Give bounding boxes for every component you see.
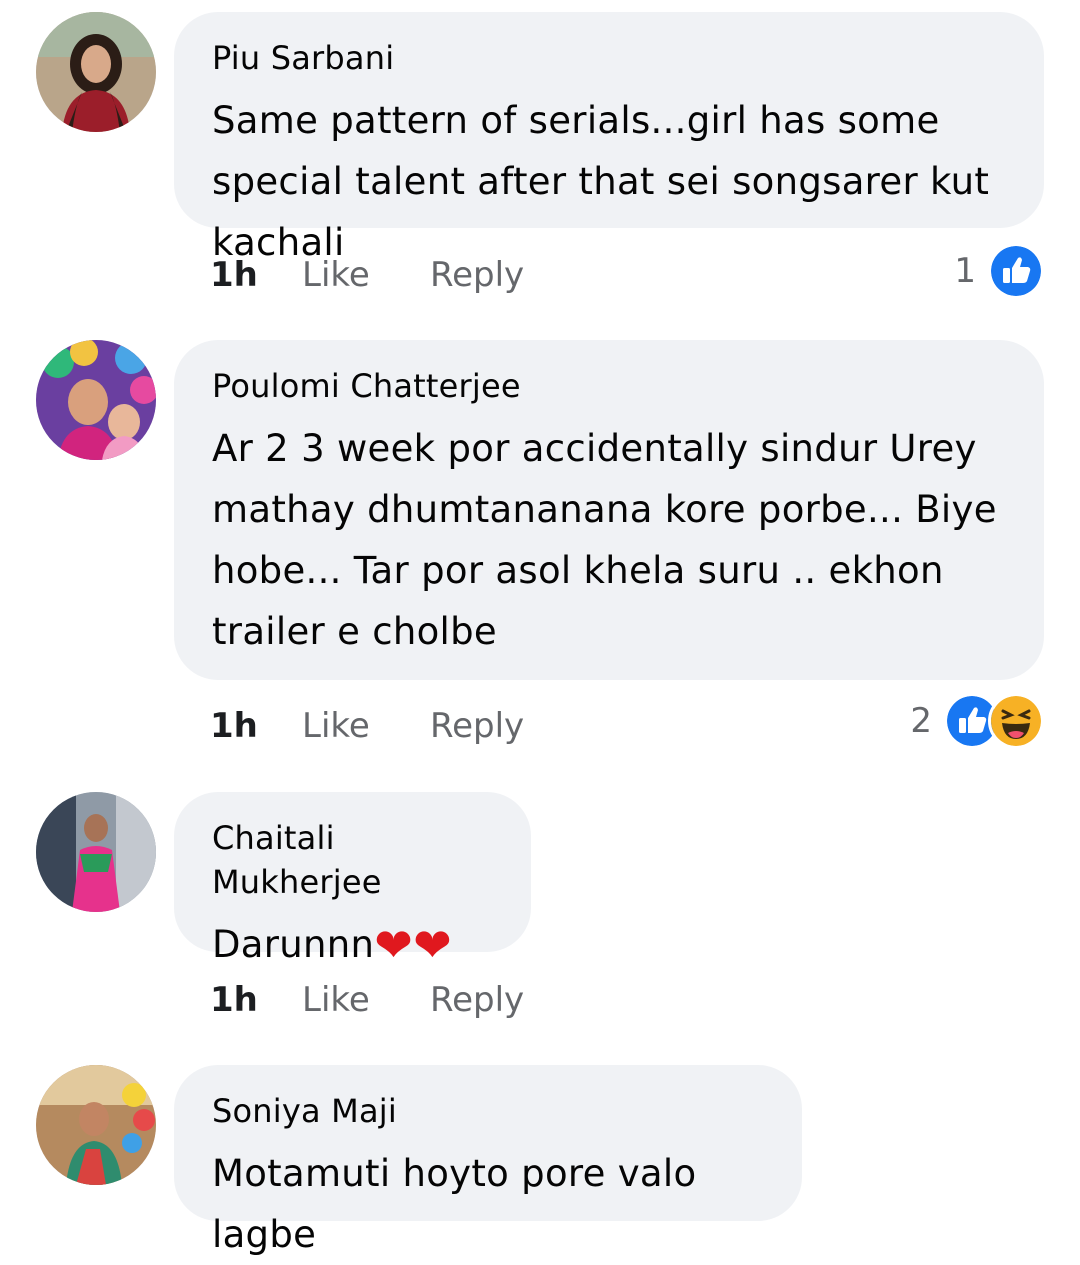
reply-button[interactable]: Reply bbox=[430, 701, 524, 751]
avatar[interactable] bbox=[36, 792, 156, 912]
red-heart-emoji: ❤ bbox=[374, 918, 414, 972]
comment-author[interactable]: Piu Sarbani bbox=[212, 36, 1008, 80]
comment-timestamp[interactable]: 1h bbox=[210, 250, 258, 300]
avatar[interactable] bbox=[36, 340, 156, 460]
haha-icon bbox=[988, 693, 1044, 749]
reaction-count: 2 bbox=[910, 701, 932, 741]
reaction-summary[interactable]: 2 bbox=[910, 693, 1044, 749]
comment-text: Darunnn bbox=[212, 923, 375, 966]
reaction-summary[interactable]: 1 bbox=[954, 243, 1044, 299]
comment-author[interactable]: Soniya Maji bbox=[212, 1089, 766, 1133]
reply-button[interactable]: Reply bbox=[430, 250, 524, 300]
comment-author[interactable]: Chaitali Mukherjee bbox=[212, 816, 495, 904]
avatar[interactable] bbox=[36, 1065, 156, 1185]
comment-text-row: Darunnn❤❤ bbox=[212, 914, 495, 975]
avatar[interactable] bbox=[36, 12, 156, 132]
like-icon bbox=[988, 243, 1044, 299]
comment-bubble: Chaitali Mukherjee Darunnn❤❤ bbox=[174, 792, 531, 968]
like-button[interactable]: Like bbox=[302, 975, 370, 1025]
red-heart-emoji: ❤ bbox=[413, 918, 452, 972]
like-button[interactable]: Like bbox=[302, 701, 370, 751]
comment-bubble: Piu Sarbani Same pattern of serials...gi… bbox=[174, 12, 1044, 264]
like-button[interactable]: Like bbox=[302, 250, 370, 300]
reaction-count: 1 bbox=[954, 251, 976, 291]
comment-timestamp[interactable]: 1h bbox=[210, 975, 258, 1025]
comment-author[interactable]: Poulomi Chatterjee bbox=[212, 364, 1008, 408]
comment-text: Same pattern of serials...girl has some … bbox=[212, 99, 990, 264]
comment-bubble: Poulomi Chatterjee Ar 2 3 week por accid… bbox=[174, 340, 1044, 680]
comment-text: Ar 2 3 week por accidentally sindur Urey… bbox=[212, 427, 997, 653]
comment-bubble: Soniya Maji Motamuti hoyto pore valo lag… bbox=[174, 1065, 802, 1256]
reply-button[interactable]: Reply bbox=[430, 975, 524, 1025]
comment-text: Motamuti hoyto pore valo lagbe bbox=[212, 1152, 697, 1256]
comment-timestamp[interactable]: 1h bbox=[210, 701, 258, 751]
